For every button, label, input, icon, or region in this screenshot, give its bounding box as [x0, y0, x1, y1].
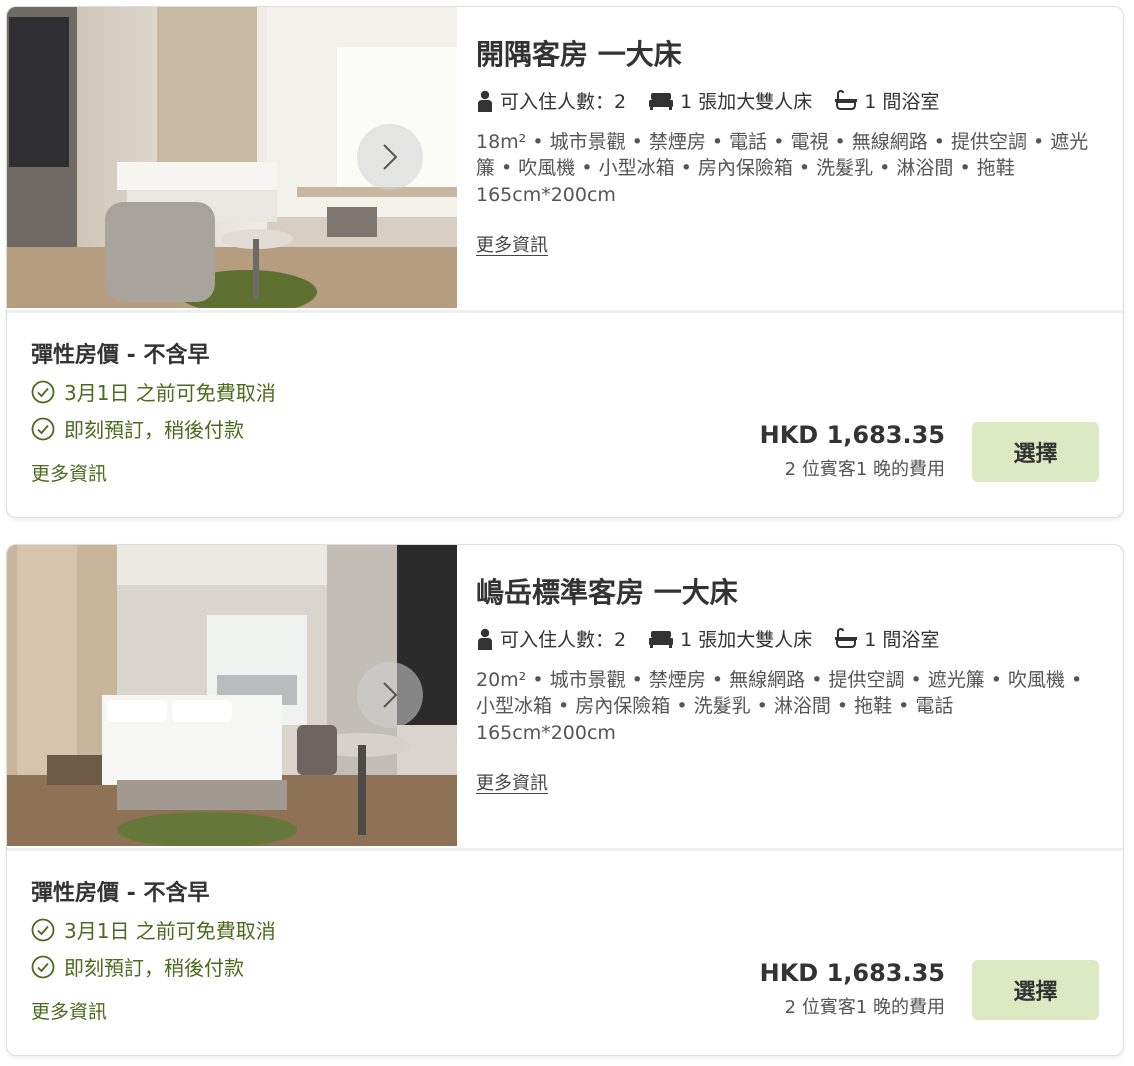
check-circle-icon	[31, 380, 55, 403]
bathtub-icon	[835, 89, 858, 110]
room-card: 開隅客房 一大床 可入住人數：2 1 張加大雙人床 1 間浴室 18m² • 城…	[6, 6, 1124, 518]
person-icon	[478, 90, 492, 112]
next-photo-button[interactable]	[357, 662, 423, 728]
bed-text: 1 張加大雙人床	[680, 629, 813, 651]
person-icon	[478, 628, 492, 650]
rate-plan: 彈性房價 - 不含早 3月1日 之前可免費取消 即刻預訂，稍後付款 更多資訊	[31, 337, 276, 486]
rate-more-info-link[interactable]: 更多資訊	[31, 997, 276, 1024]
price-box: HKD 1,683.35 2 位賓客1 晚的費用	[760, 421, 945, 481]
select-button[interactable]: 選擇	[972, 960, 1099, 1020]
chevron-right-icon	[383, 144, 398, 170]
room-title: 開隅客房 一大床	[476, 38, 682, 71]
amenities-list: 18m² • 城市景觀 • 禁煙房 • 電話 • 電視 • 無線網路 • 提供空…	[476, 131, 1089, 179]
select-button[interactable]: 選擇	[972, 422, 1099, 482]
perk-pay-later: 即刻預訂，稍後付款	[31, 414, 276, 443]
bathtub-icon	[835, 627, 858, 648]
room-title: 嶋岳標準客房 一大床	[476, 576, 738, 609]
room-summary: 嶋岳標準客房 一大床 可入住人數：2 1 張加大雙人床 1 間浴室 20m² •…	[7, 545, 1123, 848]
perk-text: 3月1日 之前可免費取消	[64, 919, 276, 943]
bed-feature: 1 張加大雙人床	[648, 87, 812, 114]
check-circle-icon	[31, 955, 55, 978]
room-photo[interactable]	[7, 7, 457, 308]
price-box: HKD 1,683.35 2 位賓客1 晚的費用	[760, 959, 945, 1019]
price-note: 2 位賓客1 晚的費用	[784, 997, 945, 1018]
room-card: 嶋岳標準客房 一大床 可入住人數：2 1 張加大雙人床 1 間浴室 20m² •…	[6, 544, 1124, 1056]
perk-pay-later: 即刻預訂，稍後付款	[31, 952, 276, 981]
amenities: 18m² • 城市景觀 • 禁煙房 • 電話 • 電視 • 無線網路 • 提供空…	[476, 129, 1104, 209]
bed-size: 165cm*200cm	[476, 722, 616, 744]
chevron-right-icon	[383, 682, 398, 708]
price: HKD 1,683.35	[759, 959, 945, 987]
room-photo[interactable]	[7, 545, 457, 846]
room-features: 可入住人數：2 1 張加大雙人床 1 間浴室	[476, 625, 961, 652]
perk-text: 即刻預訂，稍後付款	[64, 956, 244, 980]
perk-text: 即刻預訂，稍後付款	[64, 418, 244, 442]
room-features: 可入住人數：2 1 張加大雙人床 1 間浴室	[476, 87, 961, 114]
divider	[7, 310, 1123, 313]
bed-icon	[649, 630, 674, 648]
bed-feature: 1 張加大雙人床	[648, 625, 812, 652]
next-photo-button[interactable]	[357, 124, 423, 190]
bath-feature: 1 間浴室	[834, 87, 939, 114]
bed-size: 165cm*200cm	[476, 184, 616, 206]
perk-free-cancel: 3月1日 之前可免費取消	[31, 377, 276, 406]
rate-name: 彈性房價 - 不含早	[31, 881, 210, 906]
bed-icon	[649, 92, 674, 110]
amenities-list: 20m² • 城市景觀 • 禁煙房 • 無線網路 • 提供空調 • 遮光簾 • …	[476, 669, 1083, 717]
bed-text: 1 張加大雙人床	[680, 91, 813, 113]
rate-more-info-link[interactable]: 更多資訊	[31, 459, 276, 486]
perk-free-cancel: 3月1日 之前可免費取消	[31, 915, 276, 944]
room-more-info-link[interactable]: 更多資訊	[476, 231, 548, 257]
price: HKD 1,683.35	[759, 421, 945, 449]
bath-text: 1 間浴室	[864, 629, 940, 651]
occupancy-feature: 可入住人數：2	[476, 87, 626, 114]
room-summary: 開隅客房 一大床 可入住人數：2 1 張加大雙人床 1 間浴室 18m² • 城…	[7, 7, 1123, 310]
rate-name: 彈性房價 - 不含早	[31, 343, 210, 368]
price-note: 2 位賓客1 晚的費用	[784, 459, 945, 480]
room-more-info-link[interactable]: 更多資訊	[476, 769, 548, 795]
amenities: 20m² • 城市景觀 • 禁煙房 • 無線網路 • 提供空調 • 遮光簾 • …	[476, 667, 1104, 747]
bath-text: 1 間浴室	[864, 91, 940, 113]
rate-plan: 彈性房價 - 不含早 3月1日 之前可免費取消 即刻預訂，稍後付款 更多資訊	[31, 875, 276, 1024]
occupancy-text: 可入住人數：2	[500, 91, 627, 113]
check-circle-icon	[31, 417, 55, 440]
check-circle-icon	[31, 918, 55, 941]
occupancy-feature: 可入住人數：2	[476, 625, 626, 652]
perk-text: 3月1日 之前可免費取消	[64, 381, 276, 405]
occupancy-text: 可入住人數：2	[500, 629, 627, 651]
divider	[7, 848, 1123, 851]
bath-feature: 1 間浴室	[834, 625, 939, 652]
